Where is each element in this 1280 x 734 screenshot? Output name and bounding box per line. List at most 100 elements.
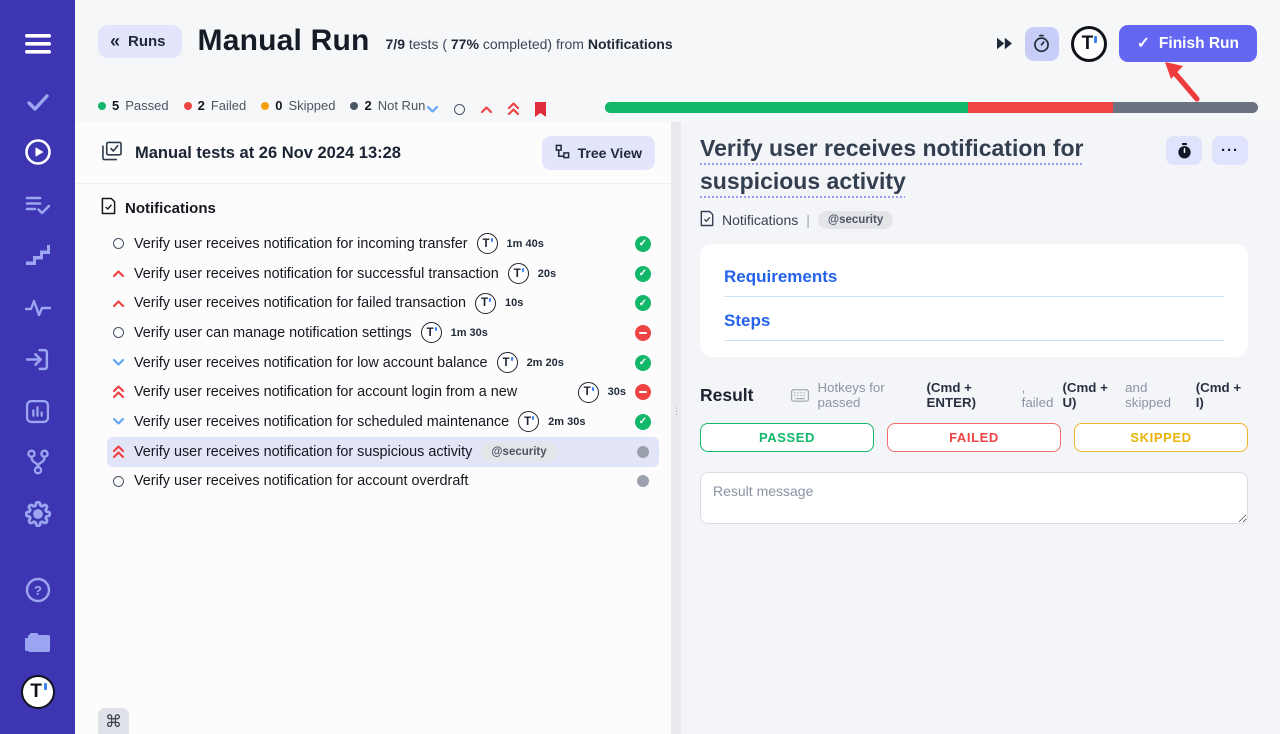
page-title: Manual Run bbox=[198, 24, 370, 58]
stopwatch-button[interactable] bbox=[1166, 136, 1202, 165]
priority-high-filter-icon[interactable] bbox=[479, 105, 494, 114]
app-sidebar: ? T bbox=[0, 0, 75, 734]
test-list: Verify user receives notification for in… bbox=[107, 229, 659, 496]
test-detail-title[interactable]: Verify user receives notification for su… bbox=[700, 132, 1156, 198]
priority-normal-icon bbox=[111, 238, 125, 249]
testomat-badge-icon: T bbox=[508, 263, 529, 284]
back-to-runs-label: Runs bbox=[128, 33, 166, 50]
play-circle-icon[interactable] bbox=[0, 137, 75, 167]
test-title: Verify user receives notification for fa… bbox=[134, 295, 466, 311]
test-row[interactable]: Verify user receives notification for su… bbox=[107, 259, 659, 289]
test-content-card: Requirements Steps bbox=[700, 244, 1248, 357]
test-duration: 2m 20s bbox=[527, 357, 564, 369]
progress-failed bbox=[968, 102, 1113, 113]
list-check-icon[interactable] bbox=[0, 190, 75, 220]
run-progress-summary: 7/9 tests ( 77% completed) from Notifica… bbox=[386, 36, 673, 52]
skipped-count: 0Skipped bbox=[261, 98, 335, 113]
suite-name: Notifications bbox=[588, 36, 673, 52]
annotation-arrow bbox=[1159, 56, 1205, 104]
run-title: Manual tests at 26 Nov 2024 13:28 bbox=[135, 144, 529, 163]
help-icon[interactable]: ? bbox=[0, 575, 75, 605]
chevron-down-icon[interactable] bbox=[425, 105, 440, 114]
priority-normal-icon bbox=[111, 327, 125, 338]
run-progress-bar bbox=[605, 102, 1258, 113]
priority-highest-filter-icon[interactable] bbox=[506, 102, 521, 116]
panel-resize-handle[interactable]: ⋮⋮ bbox=[671, 122, 681, 734]
activity-icon[interactable] bbox=[0, 293, 75, 323]
test-title: Verify user receives notification for ac… bbox=[134, 384, 517, 400]
testomat-logo[interactable]: T bbox=[0, 677, 75, 707]
steps-icon[interactable] bbox=[0, 241, 75, 271]
test-row[interactable]: Verify user can manage notification sett… bbox=[107, 318, 659, 348]
priority-high-icon bbox=[111, 299, 125, 308]
test-row-selected[interactable]: Verify user receives notification for su… bbox=[107, 437, 659, 467]
keyboard-shortcuts-button[interactable]: ⌘ bbox=[98, 708, 129, 734]
test-row[interactable]: Verify user receives notification for ac… bbox=[107, 467, 659, 497]
more-options-button[interactable]: ··· bbox=[1212, 136, 1248, 165]
tag-badge: @security bbox=[481, 443, 556, 461]
passed-count: 5Passed bbox=[98, 98, 169, 113]
keyboard-icon bbox=[791, 389, 809, 402]
test-duration: 1m 40s bbox=[507, 238, 544, 250]
checklist-icon bbox=[101, 141, 122, 166]
failed-button[interactable]: FAILED bbox=[887, 423, 1061, 452]
bookmark-icon[interactable] bbox=[533, 102, 548, 117]
finish-run-button[interactable]: ✓ Finish Run bbox=[1119, 25, 1257, 62]
result-message-input[interactable] bbox=[700, 472, 1248, 524]
check-icon: ✓ bbox=[1137, 34, 1150, 53]
test-row[interactable]: Verify user receives notification for lo… bbox=[107, 348, 659, 378]
not-run-count: 2Not Run bbox=[350, 98, 425, 113]
test-duration: 1m 30s bbox=[451, 327, 488, 339]
status-failed-icon bbox=[635, 325, 651, 341]
testomat-badge-icon: T bbox=[518, 411, 539, 432]
menu-icon[interactable] bbox=[0, 29, 75, 59]
document-check-icon bbox=[101, 197, 116, 219]
bar-chart-icon[interactable] bbox=[0, 396, 75, 426]
progress-passed bbox=[605, 102, 968, 113]
steps-section-toggle[interactable]: Steps bbox=[724, 311, 1224, 341]
check-icon[interactable] bbox=[0, 87, 75, 117]
status-bar: 5Passed 2Failed 0Skipped 2Not Run bbox=[98, 98, 1280, 120]
hotkeys-hint: Hotkeys for passed (Cmd + ENTER) , faile… bbox=[791, 380, 1248, 410]
requirements-section-toggle[interactable]: Requirements bbox=[724, 267, 1224, 297]
timer-button[interactable] bbox=[1025, 27, 1059, 61]
testomat-logo[interactable]: T bbox=[1071, 26, 1107, 62]
fast-forward-icon[interactable] bbox=[996, 37, 1013, 50]
test-detail-panel: Verify user receives notification for su… bbox=[681, 122, 1280, 734]
tree-icon bbox=[555, 144, 570, 162]
test-list-panel: Manual tests at 26 Nov 2024 13:28 Tree V… bbox=[75, 122, 671, 734]
tree-view-button[interactable]: Tree View bbox=[542, 136, 655, 170]
status-not-run-icon bbox=[637, 475, 651, 487]
status-passed-icon: ✓ bbox=[635, 266, 651, 282]
gear-icon[interactable] bbox=[0, 499, 75, 529]
tests-fraction: 7/9 bbox=[386, 36, 405, 52]
test-title: Verify user receives notification for su… bbox=[134, 266, 499, 282]
breadcrumb-folder[interactable]: Notifications bbox=[722, 212, 798, 228]
skipped-button[interactable]: SKIPPED bbox=[1074, 423, 1248, 452]
priority-high-icon bbox=[111, 269, 125, 278]
result-heading: Result bbox=[700, 385, 753, 406]
testomat-badge-icon: T bbox=[497, 352, 518, 373]
login-icon[interactable] bbox=[0, 344, 75, 374]
test-duration: 10s bbox=[505, 297, 523, 309]
status-passed-icon: ✓ bbox=[635, 355, 651, 371]
testomat-badge-icon: T bbox=[477, 233, 498, 254]
folder-row[interactable]: Notifications bbox=[75, 184, 671, 225]
priority-low-icon bbox=[111, 417, 125, 426]
branch-icon[interactable] bbox=[0, 447, 75, 477]
back-to-runs-button[interactable]: « Runs bbox=[98, 25, 182, 58]
svg-text:?: ? bbox=[34, 583, 42, 598]
testomat-badge-icon: T bbox=[475, 293, 496, 314]
test-title: Verify user receives notification for su… bbox=[134, 444, 472, 460]
folder-icon[interactable] bbox=[0, 627, 75, 657]
test-row[interactable]: Verify user receives notification for in… bbox=[107, 229, 659, 259]
priority-normal-filter-icon[interactable] bbox=[452, 104, 467, 115]
passed-button[interactable]: PASSED bbox=[700, 423, 874, 452]
test-duration: 20s bbox=[538, 268, 556, 280]
test-title: Verify user receives notification for sc… bbox=[134, 414, 509, 430]
test-row[interactable]: Verify user receives notification for ac… bbox=[107, 377, 659, 407]
test-row[interactable]: Verify user receives notification for fa… bbox=[107, 288, 659, 318]
test-row[interactable]: Verify user receives notification for sc… bbox=[107, 407, 659, 437]
status-not-run-icon bbox=[637, 446, 651, 458]
tag-badge[interactable]: @security bbox=[818, 211, 893, 229]
